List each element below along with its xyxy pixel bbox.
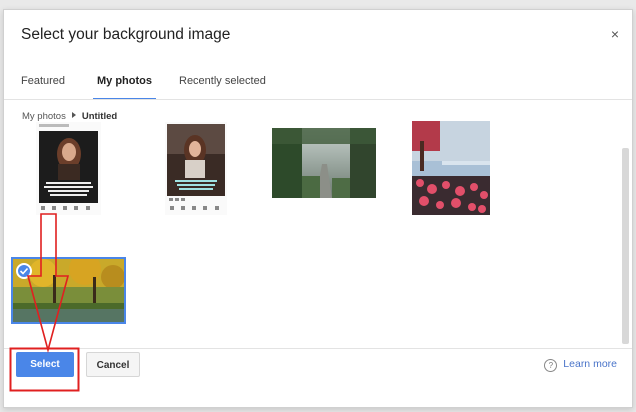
chevron-right-icon	[71, 112, 76, 118]
help-icon: ?	[544, 359, 558, 372]
breadcrumb-root[interactable]: My photos	[22, 111, 66, 122]
dialog-title: Select your background image	[21, 26, 231, 43]
check-icon	[16, 263, 32, 279]
learn-more-link[interactable]: ? Learn more	[544, 358, 617, 372]
photo-thumbnail-1[interactable]	[36, 122, 101, 215]
photo-thumbnail-4[interactable]	[412, 121, 490, 215]
footer-divider	[4, 348, 632, 349]
learn-more-label: Learn more	[563, 358, 617, 370]
breadcrumb-current: Untitled	[81, 111, 118, 122]
breadcrumb: My photos Untitled	[22, 111, 117, 122]
close-icon[interactable]: ×	[611, 26, 619, 42]
tab-my-photos[interactable]: My photos	[93, 62, 156, 100]
scrollbar[interactable]	[622, 148, 629, 344]
photo-thumbnail-2[interactable]	[165, 122, 227, 215]
tab-featured[interactable]: Featured	[21, 62, 65, 100]
tab-bar: Featured My photos Recently selected	[4, 62, 632, 100]
select-button[interactable]: Select	[16, 352, 74, 377]
tab-recently-selected[interactable]: Recently selected	[179, 62, 266, 100]
photo-thumbnail-3[interactable]	[272, 128, 376, 198]
cancel-button[interactable]: Cancel	[86, 352, 140, 377]
